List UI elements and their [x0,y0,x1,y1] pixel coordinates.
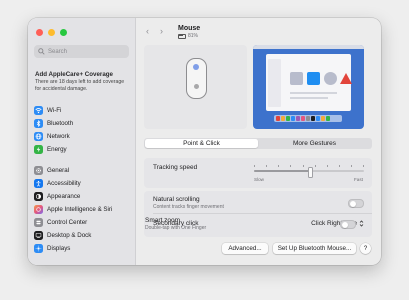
sidebar-item-label: Apple Intelligence & Siri [47,205,113,213]
battery-status: 81% [178,33,198,39]
slider-knob[interactable] [307,166,313,178]
applecare-text: There are 18 days left to add coverage f… [35,79,125,92]
search-icon [38,48,45,55]
advanced-button[interactable]: Advanced... [222,243,268,254]
sidebar-item-general[interactable]: General [34,165,131,175]
tab-more-gestures[interactable]: More Gestures [258,139,371,148]
bluetooth-icon [34,118,43,128]
sidebar-item-apple-intelligence-siri[interactable]: Apple Intelligence & Siri [34,204,131,214]
sidebar-item-control-center[interactable]: Control Center [34,217,131,227]
preview-shape [290,72,303,85]
fast-label: Fast [354,177,363,182]
preview-shape [340,73,352,84]
sidebar-item-label: General [47,166,70,174]
sidebar-item-label: Displays [47,244,71,252]
sidebar-item-label: Bluetooth [47,119,74,127]
close-button[interactable] [36,29,43,36]
sidebar-item-accessibility[interactable]: Accessibility [34,178,131,188]
search-input[interactable]: Search [34,45,129,58]
sidebar-item-network[interactable]: Network [34,131,131,141]
slow-label: Slow [254,177,264,182]
preview-shape [307,72,320,85]
sidebar-item-label: Energy [47,145,67,153]
natural-scrolling-sublabel: Content tracks finger movement [153,204,224,210]
preview-text-line [290,92,337,94]
tracking-speed-card: Tracking speed Slow Fast [144,158,372,188]
back-button[interactable]: ‹ [146,26,149,36]
smart-zoom-toggle[interactable] [340,220,356,229]
desktop-dock-icon [34,230,43,240]
control-center-icon [34,217,43,227]
battery-percent: 81% [188,33,199,39]
setup-bluetooth-mouse-button[interactable]: Set Up Bluetooth Mouse... [273,243,356,254]
tab-bar: Point & Click More Gestures [144,138,372,149]
sidebar-item-label: Accessibility [47,179,81,187]
page-title: Mouse [178,25,201,32]
preview-window [266,54,352,111]
zoom-button[interactable] [60,29,67,36]
minimize-button[interactable] [48,29,55,36]
sidebar-item-desktop-dock[interactable]: Desktop & Dock [34,230,131,240]
search-placeholder: Search [48,48,68,55]
slider-fill [254,170,309,172]
apple-logo-icon [194,84,199,89]
natural-scrolling-toggle[interactable] [348,199,364,208]
preview-text-line [290,97,328,99]
sidebar-item-label: Control Center [47,218,88,226]
navigation-arrows: ‹ › [146,26,163,36]
help-button[interactable]: ? [360,243,371,254]
sidebar-item-label: Network [47,132,70,140]
globe-icon [34,131,43,141]
preview-dock [274,115,342,122]
preview-sidebar [268,59,281,107]
sidebar-item-wifi[interactable]: Wi-Fi [34,105,131,115]
forward-button[interactable]: › [160,26,163,36]
preview-shape [324,72,337,85]
mouse-icon [186,58,207,99]
sidebar: Search Add AppleCare+ Coverage There are… [28,18,136,265]
smart-zoom-row: Smart zoom Double-tap with One Finger [136,214,364,236]
smart-zoom-label: Smart zoom [145,217,181,224]
displays-icon [34,243,43,253]
preview-menubar [253,45,364,49]
sidebar-item-displays[interactable]: Displays [34,243,131,253]
accessibility-icon [34,178,43,188]
natural-scrolling-label: Natural scrolling [153,196,200,203]
applecare-banner[interactable]: Add AppleCare+ Coverage There are 18 day… [35,71,131,92]
applecare-title: Add AppleCare+ Coverage [35,71,113,78]
wifi-icon [34,105,43,115]
tracking-speed-slider[interactable] [254,166,364,178]
sidebar-item-label: Appearance [47,192,81,200]
appearance-icon [34,191,43,201]
gear-icon [34,165,43,175]
sidebar-item-energy[interactable]: Energy [34,144,131,154]
tab-point-click[interactable]: Point & Click [145,139,258,148]
sidebar-item-appearance[interactable]: Appearance [34,191,131,201]
energy-icon [34,144,43,154]
siri-icon [34,204,43,214]
tracking-speed-label: Tracking speed [153,164,198,171]
click-indicator [193,64,199,70]
mouse-illustration [144,45,247,129]
sidebar-item-label: Wi-Fi [47,106,62,114]
smart-zoom-sublabel: Double-tap with One Finger [145,225,207,231]
window-controls [36,29,67,36]
gesture-preview [253,45,364,129]
battery-icon [178,33,186,39]
sidebar-item-bluetooth[interactable]: Bluetooth [34,118,131,128]
sidebar-item-label: Desktop & Dock [47,231,92,239]
